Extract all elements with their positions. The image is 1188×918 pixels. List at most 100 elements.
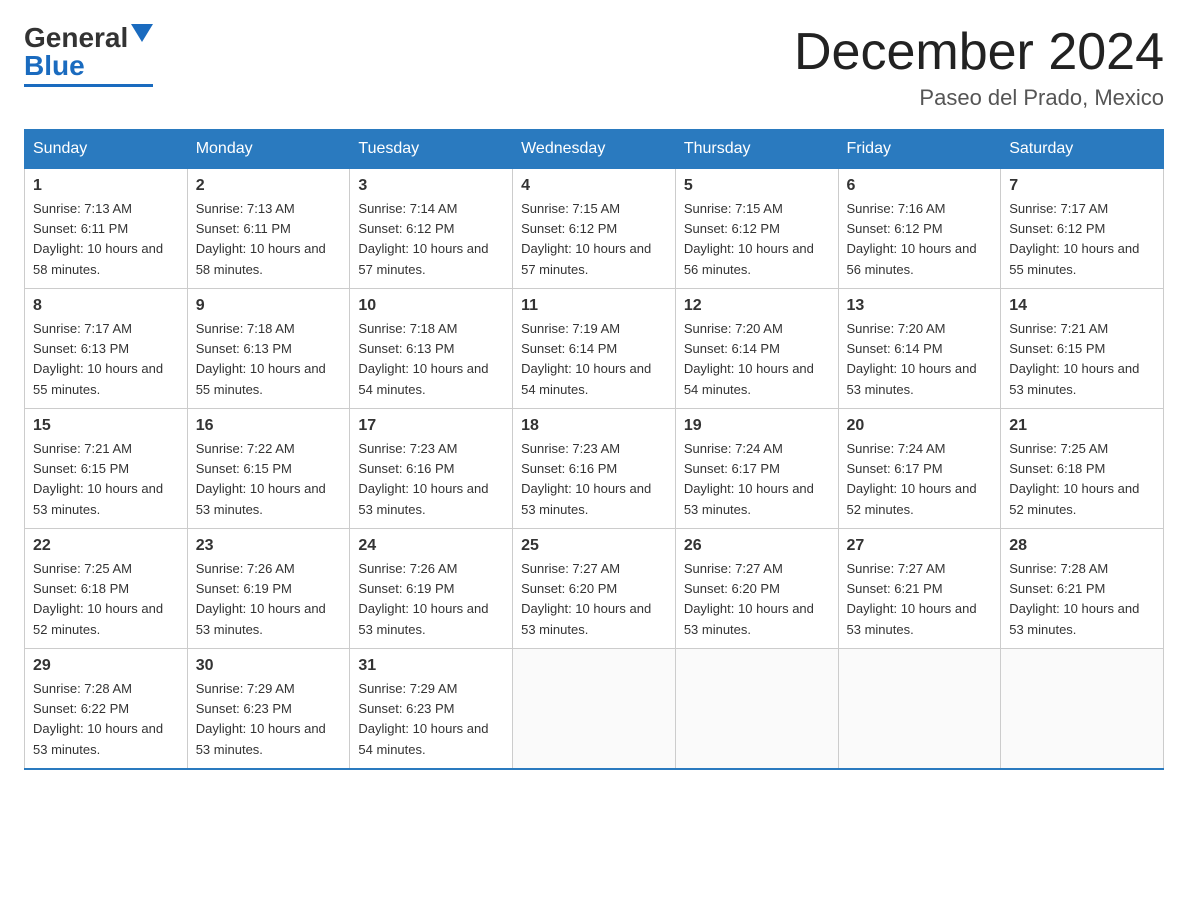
week-row-2: 8 Sunrise: 7:17 AMSunset: 6:13 PMDayligh…	[25, 289, 1164, 409]
day-info: Sunrise: 7:27 AMSunset: 6:20 PMDaylight:…	[684, 559, 830, 640]
calendar-cell: 7 Sunrise: 7:17 AMSunset: 6:12 PMDayligh…	[1001, 169, 1164, 289]
week-row-3: 15 Sunrise: 7:21 AMSunset: 6:15 PMDaylig…	[25, 409, 1164, 529]
day-number: 23	[196, 537, 342, 555]
calendar-cell	[838, 649, 1001, 769]
day-info: Sunrise: 7:28 AMSunset: 6:21 PMDaylight:…	[1009, 559, 1155, 640]
day-info: Sunrise: 7:21 AMSunset: 6:15 PMDaylight:…	[1009, 319, 1155, 400]
day-info: Sunrise: 7:23 AMSunset: 6:16 PMDaylight:…	[521, 439, 667, 520]
week-row-4: 22 Sunrise: 7:25 AMSunset: 6:18 PMDaylig…	[25, 529, 1164, 649]
col-header-saturday: Saturday	[1001, 130, 1164, 169]
logo-general-text: General	[24, 24, 128, 52]
day-number: 10	[358, 297, 504, 315]
day-number: 4	[521, 177, 667, 195]
day-info: Sunrise: 7:24 AMSunset: 6:17 PMDaylight:…	[847, 439, 993, 520]
week-row-1: 1 Sunrise: 7:13 AMSunset: 6:11 PMDayligh…	[25, 169, 1164, 289]
calendar-cell: 8 Sunrise: 7:17 AMSunset: 6:13 PMDayligh…	[25, 289, 188, 409]
calendar-cell: 12 Sunrise: 7:20 AMSunset: 6:14 PMDaylig…	[675, 289, 838, 409]
day-number: 22	[33, 537, 179, 555]
day-number: 20	[847, 417, 993, 435]
day-number: 11	[521, 297, 667, 315]
day-info: Sunrise: 7:25 AMSunset: 6:18 PMDaylight:…	[1009, 439, 1155, 520]
day-number: 29	[33, 657, 179, 675]
calendar-cell: 25 Sunrise: 7:27 AMSunset: 6:20 PMDaylig…	[513, 529, 676, 649]
logo-blue-text: Blue	[24, 52, 85, 80]
day-number: 30	[196, 657, 342, 675]
calendar-cell: 26 Sunrise: 7:27 AMSunset: 6:20 PMDaylig…	[675, 529, 838, 649]
calendar-table: SundayMondayTuesdayWednesdayThursdayFrid…	[24, 129, 1164, 770]
day-number: 17	[358, 417, 504, 435]
day-info: Sunrise: 7:29 AMSunset: 6:23 PMDaylight:…	[358, 679, 504, 760]
calendar-cell: 15 Sunrise: 7:21 AMSunset: 6:15 PMDaylig…	[25, 409, 188, 529]
day-info: Sunrise: 7:24 AMSunset: 6:17 PMDaylight:…	[684, 439, 830, 520]
day-number: 2	[196, 177, 342, 195]
day-info: Sunrise: 7:27 AMSunset: 6:21 PMDaylight:…	[847, 559, 993, 640]
day-number: 6	[847, 177, 993, 195]
day-info: Sunrise: 7:23 AMSunset: 6:16 PMDaylight:…	[358, 439, 504, 520]
calendar-cell: 27 Sunrise: 7:27 AMSunset: 6:21 PMDaylig…	[838, 529, 1001, 649]
calendar-cell: 21 Sunrise: 7:25 AMSunset: 6:18 PMDaylig…	[1001, 409, 1164, 529]
calendar-cell: 30 Sunrise: 7:29 AMSunset: 6:23 PMDaylig…	[187, 649, 350, 769]
day-info: Sunrise: 7:29 AMSunset: 6:23 PMDaylight:…	[196, 679, 342, 760]
day-info: Sunrise: 7:19 AMSunset: 6:14 PMDaylight:…	[521, 319, 667, 400]
calendar-cell: 16 Sunrise: 7:22 AMSunset: 6:15 PMDaylig…	[187, 409, 350, 529]
day-number: 25	[521, 537, 667, 555]
day-number: 12	[684, 297, 830, 315]
calendar-cell: 6 Sunrise: 7:16 AMSunset: 6:12 PMDayligh…	[838, 169, 1001, 289]
col-header-tuesday: Tuesday	[350, 130, 513, 169]
day-number: 5	[684, 177, 830, 195]
day-info: Sunrise: 7:13 AMSunset: 6:11 PMDaylight:…	[33, 199, 179, 280]
title-block: December 2024 Paseo del Prado, Mexico	[794, 24, 1164, 111]
day-info: Sunrise: 7:17 AMSunset: 6:13 PMDaylight:…	[33, 319, 179, 400]
calendar-cell	[1001, 649, 1164, 769]
calendar-cell: 4 Sunrise: 7:15 AMSunset: 6:12 PMDayligh…	[513, 169, 676, 289]
day-number: 16	[196, 417, 342, 435]
day-number: 14	[1009, 297, 1155, 315]
day-info: Sunrise: 7:27 AMSunset: 6:20 PMDaylight:…	[521, 559, 667, 640]
day-info: Sunrise: 7:15 AMSunset: 6:12 PMDaylight:…	[684, 199, 830, 280]
calendar-cell	[513, 649, 676, 769]
calendar-cell	[675, 649, 838, 769]
day-info: Sunrise: 7:25 AMSunset: 6:18 PMDaylight:…	[33, 559, 179, 640]
day-info: Sunrise: 7:20 AMSunset: 6:14 PMDaylight:…	[684, 319, 830, 400]
day-number: 31	[358, 657, 504, 675]
calendar-cell: 29 Sunrise: 7:28 AMSunset: 6:22 PMDaylig…	[25, 649, 188, 769]
day-number: 15	[33, 417, 179, 435]
col-header-sunday: Sunday	[25, 130, 188, 169]
col-header-thursday: Thursday	[675, 130, 838, 169]
day-info: Sunrise: 7:22 AMSunset: 6:15 PMDaylight:…	[196, 439, 342, 520]
location-title: Paseo del Prado, Mexico	[794, 85, 1164, 111]
calendar-cell: 22 Sunrise: 7:25 AMSunset: 6:18 PMDaylig…	[25, 529, 188, 649]
day-number: 3	[358, 177, 504, 195]
calendar-cell: 24 Sunrise: 7:26 AMSunset: 6:19 PMDaylig…	[350, 529, 513, 649]
calendar-cell: 5 Sunrise: 7:15 AMSunset: 6:12 PMDayligh…	[675, 169, 838, 289]
calendar-header-row: SundayMondayTuesdayWednesdayThursdayFrid…	[25, 130, 1164, 169]
calendar-cell: 23 Sunrise: 7:26 AMSunset: 6:19 PMDaylig…	[187, 529, 350, 649]
day-number: 8	[33, 297, 179, 315]
day-info: Sunrise: 7:13 AMSunset: 6:11 PMDaylight:…	[196, 199, 342, 280]
day-number: 27	[847, 537, 993, 555]
calendar-cell: 14 Sunrise: 7:21 AMSunset: 6:15 PMDaylig…	[1001, 289, 1164, 409]
day-number: 19	[684, 417, 830, 435]
calendar-cell: 10 Sunrise: 7:18 AMSunset: 6:13 PMDaylig…	[350, 289, 513, 409]
day-number: 13	[847, 297, 993, 315]
day-number: 21	[1009, 417, 1155, 435]
logo: General Blue	[24, 24, 153, 87]
day-number: 1	[33, 177, 179, 195]
calendar-cell: 31 Sunrise: 7:29 AMSunset: 6:23 PMDaylig…	[350, 649, 513, 769]
logo-triangle-icon	[131, 24, 153, 47]
day-info: Sunrise: 7:26 AMSunset: 6:19 PMDaylight:…	[358, 559, 504, 640]
day-info: Sunrise: 7:17 AMSunset: 6:12 PMDaylight:…	[1009, 199, 1155, 280]
calendar-cell: 17 Sunrise: 7:23 AMSunset: 6:16 PMDaylig…	[350, 409, 513, 529]
day-info: Sunrise: 7:20 AMSunset: 6:14 PMDaylight:…	[847, 319, 993, 400]
calendar-cell: 20 Sunrise: 7:24 AMSunset: 6:17 PMDaylig…	[838, 409, 1001, 529]
page-header: General Blue December 2024 Paseo del Pra…	[24, 24, 1164, 111]
day-info: Sunrise: 7:15 AMSunset: 6:12 PMDaylight:…	[521, 199, 667, 280]
day-info: Sunrise: 7:16 AMSunset: 6:12 PMDaylight:…	[847, 199, 993, 280]
calendar-cell: 9 Sunrise: 7:18 AMSunset: 6:13 PMDayligh…	[187, 289, 350, 409]
calendar-cell: 13 Sunrise: 7:20 AMSunset: 6:14 PMDaylig…	[838, 289, 1001, 409]
calendar-cell: 1 Sunrise: 7:13 AMSunset: 6:11 PMDayligh…	[25, 169, 188, 289]
day-number: 24	[358, 537, 504, 555]
col-header-wednesday: Wednesday	[513, 130, 676, 169]
logo-underline	[24, 84, 153, 87]
calendar-cell: 28 Sunrise: 7:28 AMSunset: 6:21 PMDaylig…	[1001, 529, 1164, 649]
